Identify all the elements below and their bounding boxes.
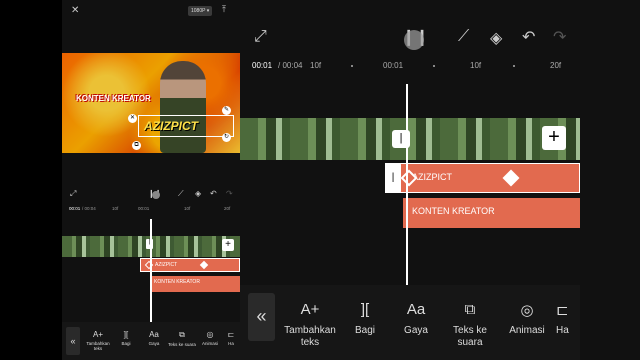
tool-tambahkan-teks[interactable]: A+ Tambahkan teks [280,301,340,349]
undo-icon[interactable]: ↶ [522,27,535,47]
tool-gaya[interactable]: Aa Gaya [140,330,168,346]
animation-icon: ◎ [520,302,534,319]
tool-icon: ⊏ [556,302,569,319]
playback-controls: ⤢ ❙❙ ⟋ ◈ ↶ ↷ [62,183,240,203]
keyframe-curve-icon[interactable]: ⟋ [178,189,184,199]
tool-ha[interactable]: ⊏ Ha [556,301,580,337]
resolution-selector[interactable]: 1080P ▾ [188,6,213,16]
style-icon: Aa [406,301,426,318]
track-label: KONTEN KREATOR [412,206,495,216]
tool-label: Gaya [148,341,160,346]
tick-label: 10f [184,206,191,211]
tool-label: Ha [556,325,569,336]
copy-handle-icon[interactable]: ⧉ [132,141,141,150]
tick-label: 00:01 [383,61,404,70]
current-time: 00:01 [69,206,81,211]
fullscreen-icon[interactable]: ⤢ [70,189,76,199]
tick-label: 10f [112,206,119,211]
bottom-toolbar: « A+ Tambahkan teks ][ Bagi Aa Gaya ⧉ Teks k… [62,322,240,360]
text-track-azizpict[interactable]: AZIZPICT [140,258,240,272]
tool-gaya[interactable]: Aa Gaya [386,301,446,337]
tool-bagi[interactable]: ][ Bagi [112,330,140,346]
tick-dot [433,65,435,67]
playhead[interactable] [150,219,152,322]
export-icon[interactable]: ⤒ [222,4,226,15]
tool-tambahkan-teks[interactable]: A+ Tambahkan teks [84,330,112,351]
collapse-button[interactable]: « [66,327,80,355]
tool-label: Animasi [509,325,545,336]
track-label: AZIZPICT [155,262,178,268]
tick-label: 20f [550,61,562,70]
touch-indicator [152,191,160,199]
tool-label: Gaya [404,325,428,336]
top-bar: ✕ 1080P ▾ ⤒ [62,0,240,22]
add-clip-button[interactable]: + [542,126,566,150]
tick-dot [513,65,515,67]
tick-dot [351,65,353,67]
animation-icon: ◎ [206,330,214,339]
redo-icon[interactable]: ↷ [553,27,566,47]
touch-indicator [404,30,424,50]
tool-animasi[interactable]: ◎ Animasi [196,330,224,346]
split-icon: ][ [123,330,129,339]
tool-teks-ke-suara[interactable]: ⧉ Teks ke suara [440,301,500,349]
current-time: 00:01 [252,61,273,70]
collapse-button[interactable]: « [248,293,275,341]
left-editor-panel: ✕ 1080P ▾ ⤒ KONTEN KREATOR AZIZPICT ✕ ✎ … [62,0,240,360]
tick-label: 00:01 [138,206,150,211]
keyframe-icon[interactable]: ◈ [195,189,201,198]
text-to-speech-icon: ⧉ [179,330,185,339]
tool-label: Tambahkan teks [284,325,336,348]
tool-label: Teks ke suara [168,342,196,347]
undo-icon[interactable]: ↶ [210,189,217,198]
text-to-speech-icon: ⧉ [464,301,476,318]
total-time: / 00:04 [278,61,303,70]
total-time: / 00:04 [82,206,96,211]
track-trim-handle[interactable]: | [385,163,401,193]
tool-label: Teks ke suara [453,325,487,348]
tool-label: Ha [228,341,234,346]
close-icon[interactable]: ✕ [71,5,79,16]
tool-teks-ke-suara[interactable]: ⧉ Teks ke suara [168,330,196,347]
tool-ha[interactable]: ⊏ Ha [222,330,240,346]
tool-label: Animasi [201,341,218,346]
redo-icon[interactable]: ↷ [226,189,233,198]
keyframe-icon[interactable]: ◈ [490,28,502,48]
tick-label: 20f [224,206,231,211]
add-clip-button[interactable]: + [222,239,234,251]
tick-label: 10f [470,61,482,70]
video-track[interactable] [240,118,580,160]
style-icon: Aa [149,330,159,339]
track-label: AZIZPICT [412,172,452,182]
text-track-konten-kreator[interactable]: KONTEN KREATOR [403,198,580,228]
tool-label: Bagi [121,341,131,346]
tool-label: Tambahkan teks [86,341,110,351]
right-editor-panel: ⤢ ❙❙ ⟋ ◈ ↶ ↷ 00:01 / 00:04 10f 00:01 10f… [240,0,640,360]
add-text-icon: A+ [92,330,103,339]
tool-animasi[interactable]: ◎ Animasi [497,301,557,337]
text-track-konten-kreator[interactable]: KONTEN KREATOR [150,276,240,292]
video-preview[interactable]: KONTEN KREATOR AZIZPICT ✕ ✎ ↻ ⧉ [62,53,240,153]
keyframe-curve-icon[interactable]: ⟋ [458,28,469,46]
preview-text-azizpict[interactable]: AZIZPICT [144,119,198,133]
tool-icon: ⊏ [227,330,235,339]
tick-label: 10f [310,61,322,70]
track-label: KONTEN KREATOR [154,279,200,285]
fullscreen-icon[interactable]: ⤢ [254,28,267,46]
rotate-handle-icon[interactable]: ↻ [222,133,231,142]
bottom-toolbar: « A+ Tambahkan teks ][Bagi Aa Gaya ⧉ Teks k… [240,285,580,360]
add-text-icon: A+ [300,301,320,318]
playhead[interactable] [406,84,408,285]
preview-text-konten-kreator[interactable]: KONTEN KREATOR [76,94,151,103]
edit-handle-icon[interactable]: ✎ [222,106,231,115]
delete-handle-icon[interactable]: ✕ [128,114,137,123]
